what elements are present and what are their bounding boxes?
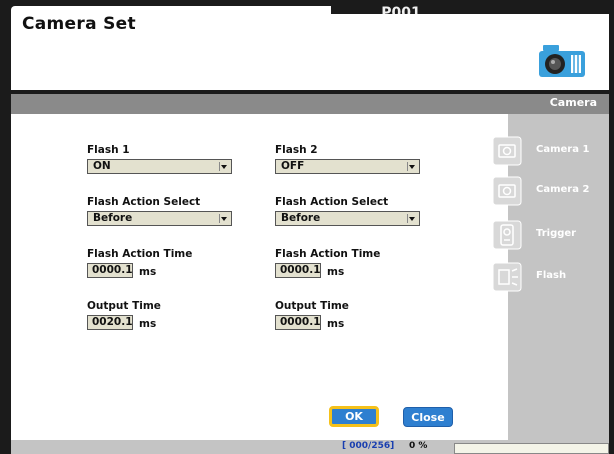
chevron-down-icon[interactable]: [219, 214, 229, 223]
flash1-action-select-label: Flash Action Select: [87, 196, 201, 208]
sidebar-item-camera-2[interactable]: Camera 2: [492, 176, 609, 206]
sidebar-item-flash[interactable]: Flash: [492, 262, 609, 292]
sidebar-item-label: Camera 1: [536, 144, 590, 155]
section-bar: Camera: [11, 94, 609, 114]
status-box: [454, 443, 609, 454]
camera-icon: [492, 176, 522, 206]
section-label: Camera: [549, 96, 597, 109]
flash2-select[interactable]: OFF: [275, 159, 420, 174]
sidebar-item-trigger[interactable]: Trigger: [492, 220, 609, 250]
chevron-down-icon[interactable]: [407, 162, 417, 171]
percent-readout: 0 %: [409, 441, 428, 451]
flash-icon: [492, 262, 522, 292]
flash1-output-time-field[interactable]: 0020.1: [87, 315, 133, 330]
flash2-output-time-field[interactable]: 0000.1: [275, 315, 321, 330]
flash2-value: OFF: [281, 160, 305, 172]
flash2-action-select[interactable]: Before: [275, 211, 420, 226]
flash2-output-time-label: Output Time: [275, 300, 349, 312]
sidebar-item-label: Camera 2: [536, 184, 590, 195]
chevron-down-icon[interactable]: [407, 214, 417, 223]
unit-label: ms: [327, 318, 345, 330]
flash2-action-time-field[interactable]: 0000.1: [275, 263, 321, 278]
flash1-output-time-label: Output Time: [87, 300, 161, 312]
ok-button[interactable]: OK: [329, 406, 379, 427]
flash2-label: Flash 2: [275, 144, 318, 156]
flash2-action-select-label: Flash Action Select: [275, 196, 389, 208]
flash2-action-select-value: Before: [281, 212, 321, 224]
flash1-action-time-field[interactable]: 0000.1: [87, 263, 133, 278]
unit-label: ms: [139, 318, 157, 330]
page-title: Camera Set: [22, 14, 136, 34]
close-button[interactable]: Close: [403, 407, 453, 427]
flash1-value: ON: [93, 160, 111, 172]
flash1-action-select[interactable]: Before: [87, 211, 232, 226]
unit-label: ms: [139, 266, 157, 278]
camera-icon: [492, 136, 522, 166]
flash2-action-time-label: Flash Action Time: [275, 248, 381, 260]
sidebar-item-label: Flash: [536, 270, 567, 281]
content-panel: [11, 114, 508, 440]
flash1-action-time-label: Flash Action Time: [87, 248, 193, 260]
flash1-select[interactable]: ON: [87, 159, 232, 174]
chevron-down-icon[interactable]: [219, 162, 229, 171]
sidebar-item-label: Trigger: [536, 228, 577, 239]
flash1-label: Flash 1: [87, 144, 130, 156]
trigger-icon: [492, 220, 522, 250]
flash1-action-select-value: Before: [93, 212, 133, 224]
sidebar-item-camera-1[interactable]: Camera 1: [492, 136, 609, 166]
camera-icon: [539, 45, 585, 77]
unit-label: ms: [327, 266, 345, 278]
counter-readout: [ 000/256]: [342, 441, 395, 451]
